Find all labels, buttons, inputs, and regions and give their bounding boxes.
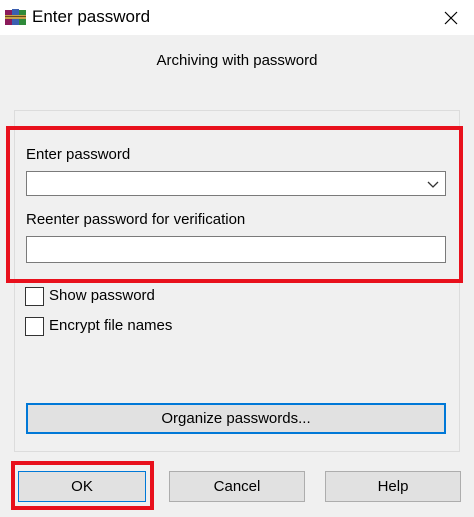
dialog-subtitle: Archiving with password	[156, 52, 318, 69]
close-icon	[444, 11, 458, 24]
password-combobox[interactable]	[26, 171, 446, 196]
winrar-books-icon	[5, 9, 26, 25]
ok-button[interactable]: OK	[18, 471, 146, 502]
close-button[interactable]	[428, 0, 474, 35]
window-title: Enter password	[32, 7, 151, 26]
help-button[interactable]: Help	[325, 471, 461, 502]
cancel-button[interactable]: Cancel	[169, 471, 305, 502]
title-bar: Enter password	[0, 0, 474, 35]
show-password-checkbox[interactable]	[25, 287, 44, 306]
show-password-label[interactable]: Show password	[49, 287, 155, 304]
organize-passwords-button[interactable]: Organize passwords...	[26, 403, 446, 434]
enter-password-label: Enter password	[26, 146, 131, 163]
encrypt-file-names-checkbox[interactable]	[25, 317, 44, 336]
chevron-down-icon[interactable]	[427, 178, 439, 190]
reenter-password-label: Reenter password for verification	[26, 211, 246, 228]
reenter-password-field[interactable]	[26, 236, 446, 263]
encrypt-file-names-label[interactable]: Encrypt file names	[49, 317, 172, 334]
